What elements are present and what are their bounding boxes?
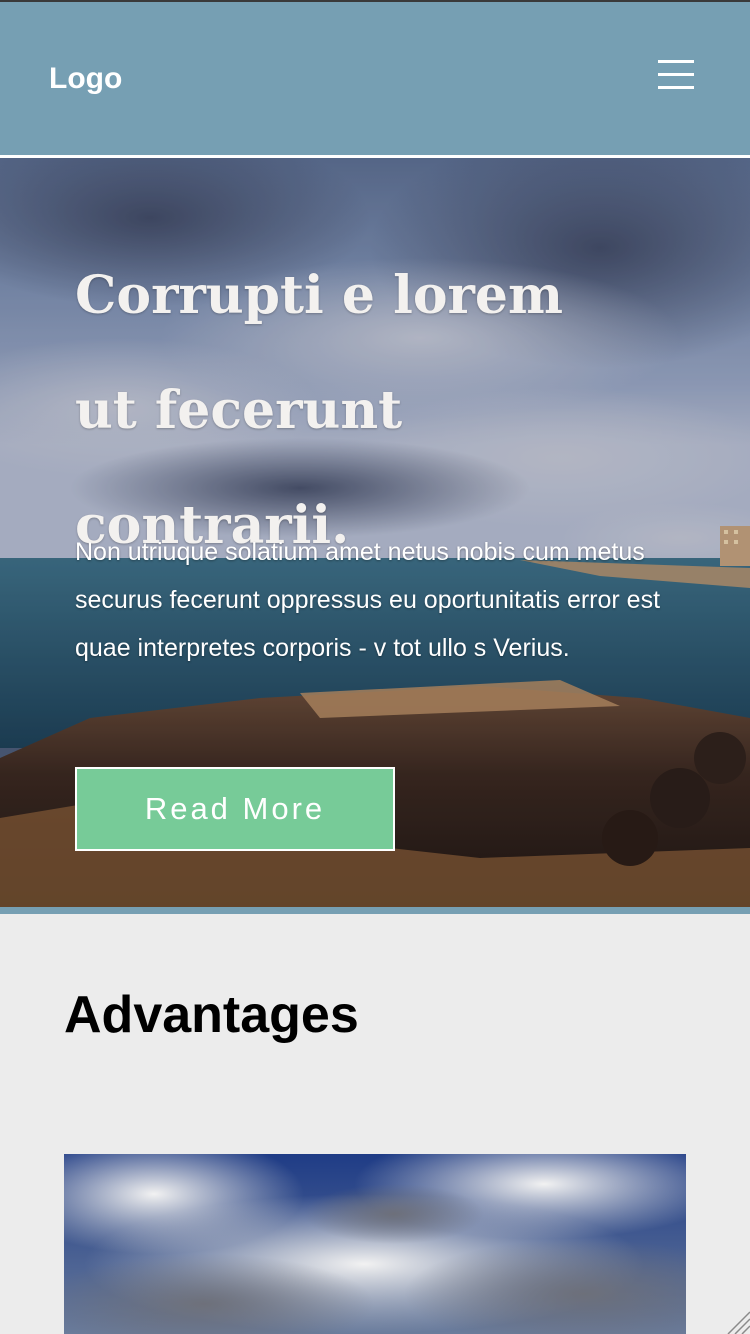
hero-section: Corrupti e lorem ut fecerunt contrarii. … xyxy=(0,158,750,907)
advantages-heading: Advantages xyxy=(64,986,359,1044)
resize-grip-icon[interactable] xyxy=(724,1308,750,1334)
logo[interactable]: Logo xyxy=(49,62,122,96)
hero-description: Non utriuque solatium amet netus nobis c… xyxy=(75,538,661,662)
hero-bottom-border xyxy=(0,907,750,914)
site-header: Logo xyxy=(0,2,750,155)
read-more-button[interactable]: Read More xyxy=(75,767,395,851)
advantages-image xyxy=(64,1154,686,1334)
hamburger-menu-icon[interactable] xyxy=(658,60,694,92)
